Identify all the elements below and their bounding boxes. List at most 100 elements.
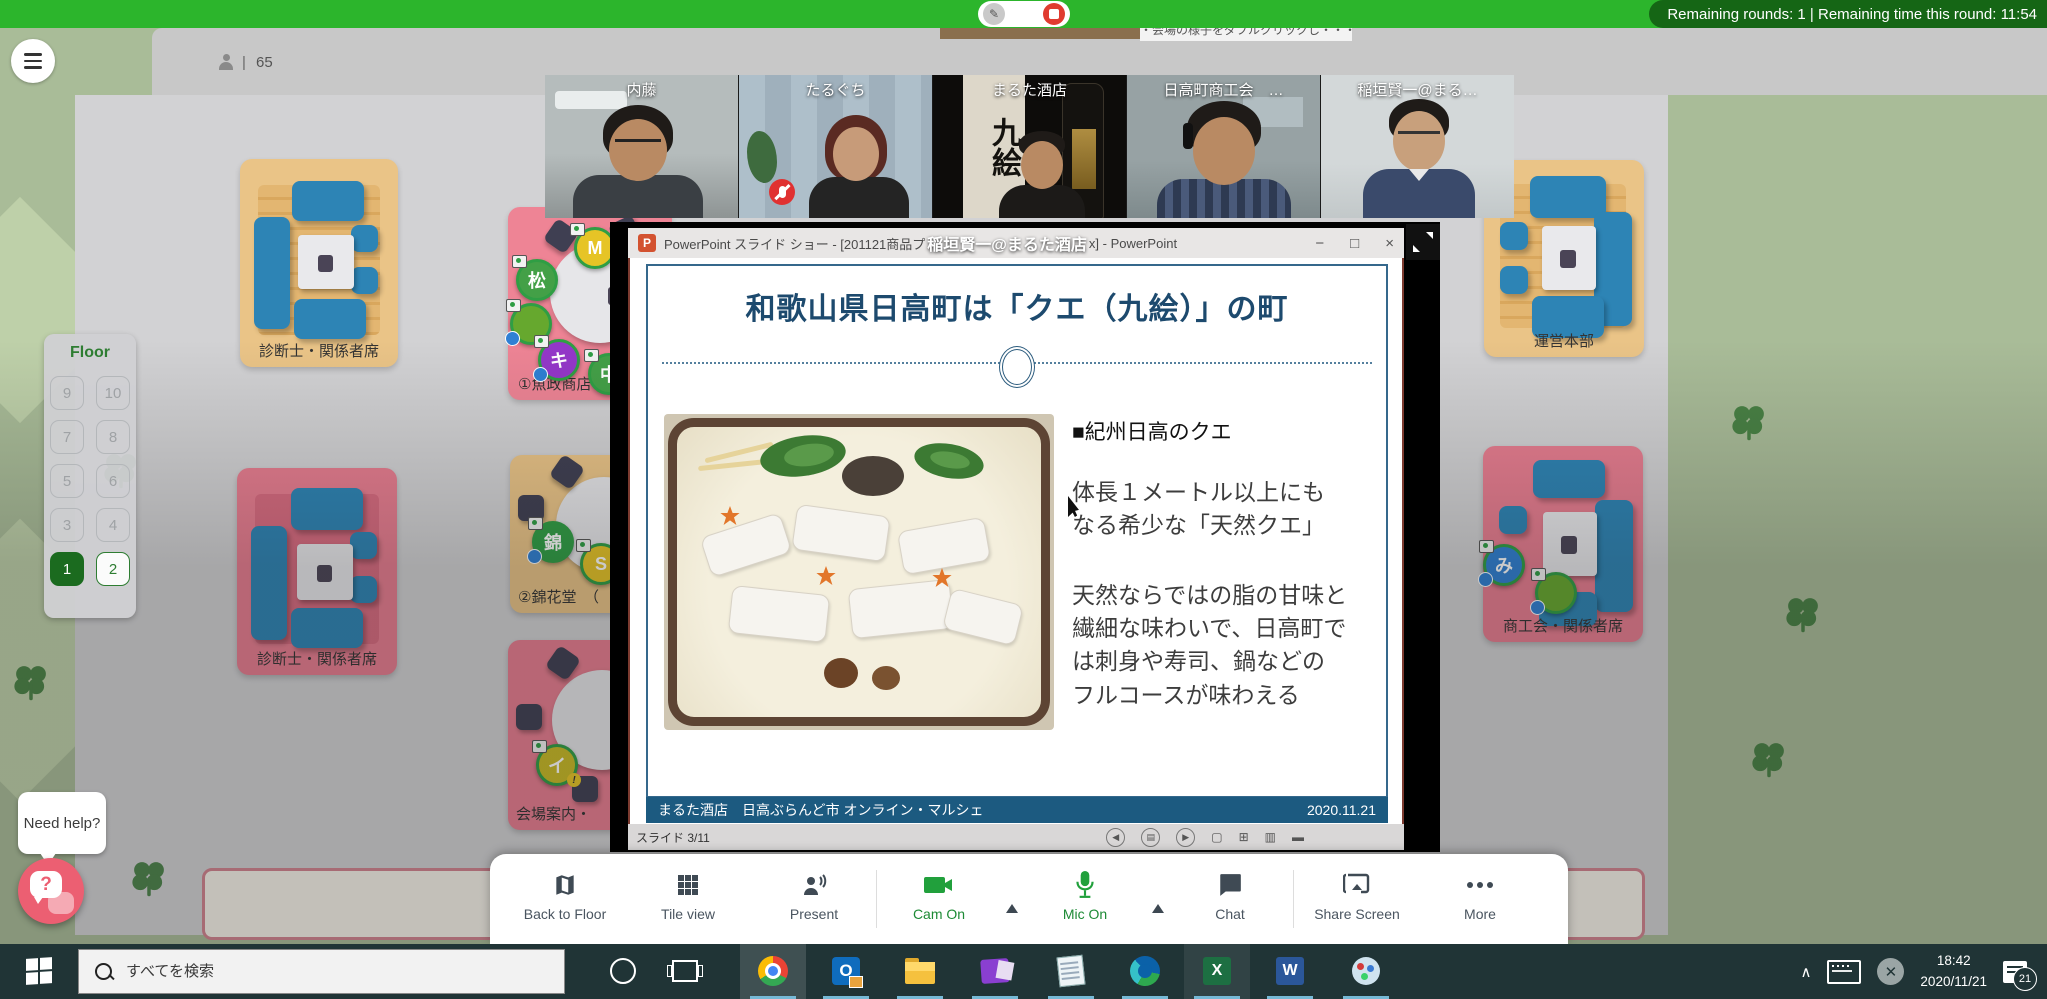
file-explorer-icon[interactable] [903,954,937,988]
mic-muted-icon [769,179,795,205]
camera-badge [532,740,547,753]
floor-button-8[interactable]: 8 [96,420,130,454]
slide-paragraph-2: 天然ならではの脂の甘味と 繊細な味わいで、日高町で は刺身や寿司、鍋などの フル… [1072,579,1376,712]
table-label: 運営本部 [1484,330,1644,351]
glasses [615,139,661,152]
mic-options-dropdown[interactable] [1152,904,1164,913]
table-top [1543,512,1597,576]
floor-button-5[interactable]: 5 [50,464,84,498]
question-icon: ? [30,871,62,898]
cortana-button[interactable] [606,954,640,988]
excel-icon[interactable]: X [1200,954,1234,988]
edge-icon[interactable] [1128,954,1162,988]
attendee-avatar[interactable]: イ! [536,744,578,786]
floor-button-9[interactable]: 9 [50,376,84,410]
attendee-avatar[interactable]: キ [538,339,580,381]
camera-badge [1531,568,1546,581]
hotpot-photo [664,414,1054,730]
chair [516,704,542,730]
tile-view-button[interactable]: Tile view [633,866,743,922]
filemaker-icon[interactable] [978,954,1012,988]
attendee-avatar[interactable]: 錦 [532,521,574,563]
floor-button-10[interactable]: 10 [96,376,130,410]
fullscreen-expand-button[interactable] [1406,224,1440,260]
ppt-titlebar[interactable]: P PowerPoint スライド ショー - [201121商品プ 稲垣賢一@… [628,228,1404,258]
floor-button-7[interactable]: 7 [50,420,84,454]
task-view-button[interactable] [668,954,702,988]
camera-options-dropdown[interactable] [1006,904,1018,913]
video-name-label: 内藤 [545,79,738,100]
slide-frame: 和歌山県日高町は「クエ（九絵）」の町 [646,264,1388,798]
table-top [1542,226,1596,290]
search-input[interactable] [124,962,508,981]
stop-recording-icon[interactable] [1043,3,1065,25]
table-shindanshi-2[interactable]: 診断士・関係者席 [237,468,397,675]
table-shindanshi-1[interactable]: 診断士・関係者席 [240,159,398,367]
close-button[interactable]: × [1385,235,1394,252]
notepad-icon[interactable] [1054,954,1088,988]
more-button[interactable]: More [1425,866,1535,922]
paint-icon[interactable] [1349,954,1383,988]
taskbar-clock[interactable]: 18:42 2020/11/21 [1920,951,1987,992]
pen-menu-icon[interactable]: ▤ [1141,828,1160,847]
call-badge [1530,600,1545,615]
keyboard-icon[interactable] [1827,960,1861,984]
word-icon[interactable]: W [1273,954,1307,988]
floor-button-4[interactable]: 4 [96,508,130,542]
system-tray: ∧ ✕ 18:42 2020/11/21 21 [1800,944,2039,999]
camera-badge [576,539,591,552]
mic-toggle-button[interactable]: Mic On [1030,866,1140,922]
share-screen-button[interactable]: Share Screen [1302,866,1412,922]
present-button[interactable]: Present [759,866,869,922]
table-shokokai[interactable]: み 商工会・関係者席 [1483,446,1643,642]
attendee-avatar-mascot[interactable] [1535,572,1577,614]
floor-button-3[interactable]: 3 [50,508,84,542]
chair [1533,460,1605,498]
view-grid-icon[interactable]: ⊞ [1239,830,1249,844]
disconnect-icon[interactable]: ✕ [1877,958,1904,985]
slide-area: 和歌山県日高町は「クエ（九絵）」の町 [628,258,1404,824]
notification-icon[interactable]: 21 [2003,961,2027,983]
minimize-button[interactable]: − [1315,235,1324,252]
video-tile-naito[interactable]: 内藤 [545,75,739,218]
view-reading-icon[interactable]: ▥ [1265,830,1276,844]
menu-button[interactable] [11,39,55,83]
slide-text-column: ■紀州日高のクエ 体長１メートル以上にも なる希少な「天然クエ」 天然ならではの… [1072,416,1376,748]
previous-slide-icon[interactable]: ◀ [1106,828,1125,847]
presenter-icon [759,866,869,904]
person-body [999,185,1085,218]
next-slide-icon[interactable]: ▶ [1176,828,1195,847]
video-tile-taruguchi[interactable]: たるぐち [739,75,933,218]
stool [351,225,378,252]
sofa [251,526,287,640]
slide-footer-date: 2020.11.21 [1307,802,1376,818]
video-tile-maruta[interactable]: 九絵 まるた酒店 [933,75,1127,218]
need-help-button[interactable]: ? [18,858,84,924]
alert-badge: ! [567,773,581,787]
floor-button-1[interactable]: 1 [50,552,84,586]
chrome-icon[interactable] [756,954,790,988]
search-icon [95,963,112,980]
attendee-avatar[interactable]: み [1483,544,1525,586]
tray-expand-icon[interactable]: ∧ [1800,963,1811,981]
video-tile-shokokai[interactable]: 日高町商工会 … [1127,75,1321,218]
person-body [809,177,909,218]
video-name-label: 稲垣賢一@まる… [1321,79,1514,100]
maximize-button[interactable]: □ [1350,235,1359,252]
ppt-statusbar: スライド 3/11 ◀ ▤ ▶ ▢ ⊞ ▥ ▬ [628,824,1404,850]
pencil-icon[interactable]: ✎ [983,3,1005,25]
floor-button-2[interactable]: 2 [96,552,130,586]
headset [1183,123,1193,149]
taskbar-search[interactable] [78,949,565,994]
start-button[interactable] [26,957,52,985]
chair [1530,176,1606,218]
chat-button[interactable]: Chat [1175,866,1285,922]
attendee-avatar[interactable]: 松 [516,259,558,301]
video-tile-inagaki[interactable]: 稲垣賢一@まる… [1321,75,1514,218]
back-to-floor-button[interactable]: Back to Floor [510,866,620,922]
floor-button-6[interactable]: 6 [96,464,130,498]
camera-toggle-button[interactable]: Cam On [884,866,994,922]
view-slideshow-icon[interactable]: ▬ [1292,830,1304,844]
outlook-icon[interactable]: O [829,954,863,988]
view-normal-icon[interactable]: ▢ [1211,830,1222,844]
